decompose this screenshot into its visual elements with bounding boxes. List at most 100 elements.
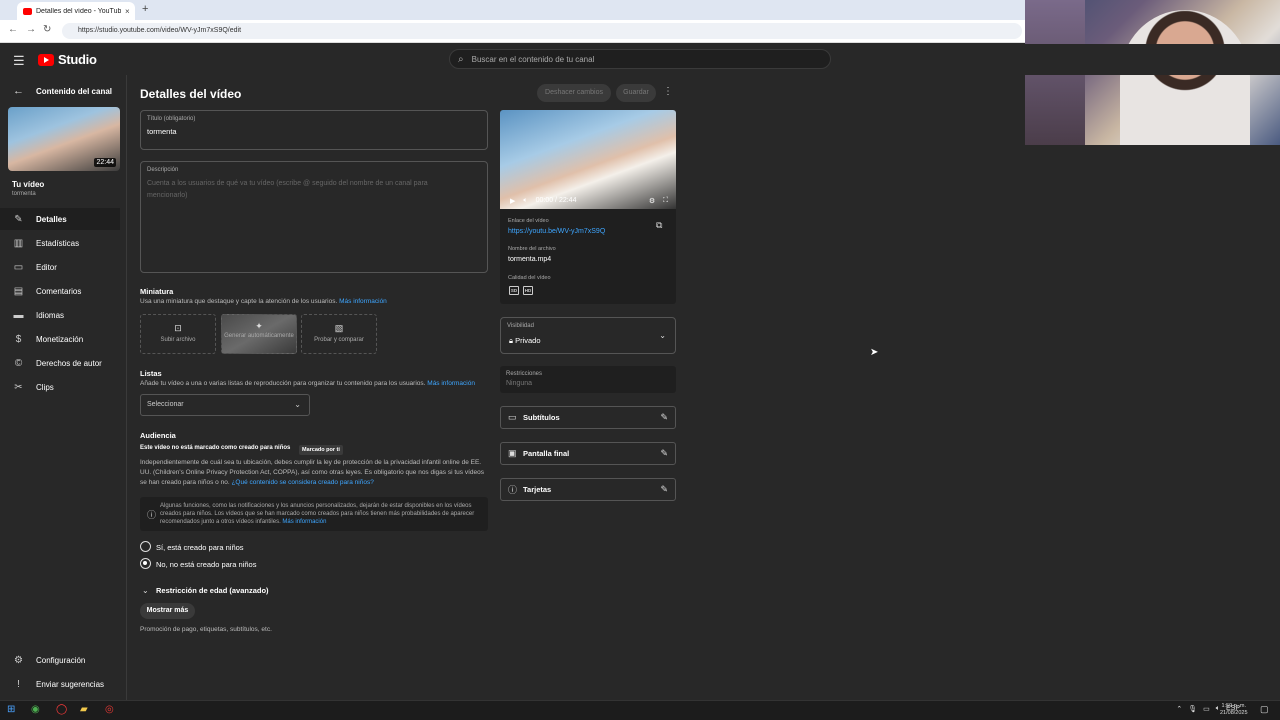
url-input[interactable]: https://studio.youtube.com/video/WV-yJm7… (62, 23, 1022, 39)
visibility-label: Visibilidad (507, 323, 534, 329)
opera-icon[interactable]: ◯ (56, 704, 67, 715)
undo-changes-button[interactable]: Deshacer cambios (537, 84, 611, 102)
microphone-icon[interactable]: 🎙︎ (1188, 705, 1197, 713)
restrictions-value: Ninguna (506, 380, 533, 387)
youtube-favicon-icon (23, 7, 32, 15)
reload-icon[interactable]: ↻ (43, 24, 51, 35)
upload-thumbnail-button[interactable]: ⊡ Subir archivo (140, 314, 216, 354)
subtitles-icon: ▭ (508, 412, 517, 422)
visibility-select[interactable]: Visibilidad 🔒︎ Privado ⌄ (500, 317, 676, 354)
fullscreen-icon[interactable]: ⛶ (663, 197, 668, 205)
upload-image-icon: ⊡ (174, 323, 182, 333)
sidebar-item-settings[interactable]: ⚙ Configuración (0, 649, 120, 671)
visibility-text: Privado (515, 336, 541, 345)
playlists-section-title: Listas (140, 369, 162, 378)
radio-no-label[interactable]: No, no está creado para niños (156, 560, 256, 569)
playlist-select-value: Seleccionar (147, 401, 184, 408)
description-label: Descripción (147, 167, 179, 173)
gear-icon: ⚙ (14, 654, 23, 666)
clock-date: 21/08/2025 (1220, 710, 1248, 716)
settings-gear-icon[interactable]: ⚙ (649, 197, 655, 205)
taskbar: ⊞ ◉ ◯ ▰ ◎ ⌃ 🎙︎ ▭ 🔈︎ ESP 1:59 p. m. 21/08… (0, 700, 1280, 720)
test-compare-button[interactable]: ▧ Probar y comparar (301, 314, 377, 354)
sidebar-item-feedback[interactable]: ! Enviar sugerencias (0, 673, 120, 695)
hd-badge: HD (523, 286, 533, 295)
search-input[interactable]: ⌕ Buscar en el contenido de tu canal (449, 49, 831, 69)
sidebar-item-details[interactable]: ✎ Detalles (0, 208, 120, 230)
forward-arrow-icon[interactable]: → (26, 24, 36, 35)
file-explorer-icon[interactable]: ▰ (80, 704, 88, 715)
sidebar-item-analytics[interactable]: ▥ Estadísticas (0, 232, 120, 254)
video-link[interactable]: https://youtu.be/WV-yJm7xS9Q (508, 228, 605, 235)
windows-start-icon[interactable]: ⊞ (7, 704, 15, 715)
video-thumbnail[interactable]: 22:44 (8, 107, 120, 171)
chevron-down-icon[interactable]: ⌄ (142, 586, 149, 595)
channel-content-link[interactable]: Contenido del canal (36, 87, 112, 96)
your-video-label: Tu vídeo (12, 180, 45, 189)
volume-icon[interactable]: 🔈︎ (523, 197, 527, 205)
time-display: 00:00 / 22:44 (535, 197, 577, 204)
sidebar: ← Contenido del canal 22:44 Tu vídeo tor… (0, 75, 127, 702)
subtitles-label: Subtítulos (523, 413, 560, 422)
sidebar-item-label: Enviar sugerencias (36, 679, 105, 689)
video-link-label: Enlace del vídeo (508, 218, 549, 224)
network-icon[interactable]: ▭ (1203, 705, 1210, 713)
sidebar-item-monetization[interactable]: $ Monetización (0, 328, 120, 350)
notifications-icon[interactable]: ▢ (1260, 704, 1269, 715)
age-restriction-toggle[interactable]: Restricción de edad (avanzado) (156, 586, 269, 595)
edit-pencil-icon[interactable]: ✎ (660, 484, 668, 495)
clock[interactable]: 1:59 p. m. 21/08/2025 (1220, 703, 1248, 717)
playlist-select[interactable]: Seleccionar ⌄ (140, 394, 310, 416)
chrome-icon[interactable]: ◉ (31, 704, 40, 715)
radio-made-for-kids[interactable] (140, 541, 151, 552)
recorder-icon[interactable]: ◎ (105, 704, 114, 715)
end-screen-row[interactable]: ▣ Pantalla final ✎ (500, 442, 676, 465)
info-icon: ⓘ (508, 485, 518, 495)
sidebar-item-clips[interactable]: ✂ Clips (0, 376, 120, 398)
play-icon[interactable]: ▶ (510, 197, 515, 205)
hamburger-menu-icon[interactable]: ☰ (13, 53, 25, 69)
title-field[interactable]: Título (obligatorio) tormenta (140, 110, 488, 150)
more-options-icon[interactable]: ⋮ (663, 86, 673, 97)
sidebar-item-editor[interactable]: ▭ Editor (0, 256, 120, 278)
feedback-icon: ! (17, 678, 20, 690)
show-more-button[interactable]: Mostrar más (140, 603, 195, 619)
playlists-section-text: Añade tu vídeo a una o varias listas de … (140, 380, 426, 387)
pencil-icon: ✎ (14, 213, 23, 225)
back-arrow-icon[interactable]: ← (13, 85, 24, 97)
video-preview-card: ▶ 🔈︎ 00:00 / 22:44 ⚙ ⛶ Enlace del vídeo … (500, 110, 676, 304)
copy-icon[interactable]: ⧉ (656, 220, 662, 231)
description-placeholder[interactable]: Cuenta a los usuarios de qué va tu vídeo… (147, 178, 467, 202)
auto-generate-thumbnail-button[interactable]: ✦ Generar automáticamente (221, 314, 297, 354)
made-for-kids-link[interactable]: ¿Qué contenido se considera creado para … (231, 479, 373, 486)
new-tab-button[interactable]: + (142, 3, 148, 15)
sidebar-item-label: Clips (36, 382, 54, 392)
radio-yes-label[interactable]: Sí, está creado para niños (156, 543, 244, 552)
playlists-more-info-link[interactable]: Más información (427, 380, 475, 387)
title-value[interactable]: tormenta (147, 127, 177, 136)
sidebar-item-label: Monetización (36, 334, 84, 344)
lock-icon: 🔒︎ (509, 336, 513, 345)
chevron-up-icon[interactable]: ⌃ (1176, 705, 1182, 713)
save-button[interactable]: Guardar (616, 84, 656, 102)
sidebar-item-comments[interactable]: ▤ Comentarios (0, 280, 120, 302)
studio-logo[interactable]: Studio (38, 52, 97, 67)
subtitles-row[interactable]: ▭ Subtítulos ✎ (500, 406, 676, 429)
sidebar-item-label: Estadísticas (36, 238, 80, 248)
scissors-icon: ✂ (14, 381, 23, 393)
player-controls: ▶ 🔈︎ 00:00 / 22:44 ⚙ ⛶ (500, 192, 676, 209)
sidebar-item-copyright[interactable]: © Derechos de autor (0, 352, 120, 374)
radio-not-made-for-kids[interactable] (140, 558, 151, 569)
back-arrow-icon[interactable]: ← (8, 24, 18, 35)
description-field[interactable]: Descripción Cuenta a los usuarios de qué… (140, 161, 488, 273)
tab-close-icon[interactable]: × (125, 7, 130, 16)
edit-pencil-icon[interactable]: ✎ (660, 448, 668, 459)
cards-row[interactable]: ⓘ Tarjetas ✎ (500, 478, 676, 501)
sparkle-icon: ✦ (255, 321, 263, 331)
search-placeholder: Buscar en el contenido de tu canal (471, 54, 595, 64)
sidebar-item-languages[interactable]: ▬ Idiomas (0, 304, 120, 326)
browser-tab[interactable]: Detalles del vídeo - YouTube Studio × (17, 2, 135, 20)
info-more-link[interactable]: Más información (282, 519, 326, 525)
thumbnail-more-info-link[interactable]: Más información (339, 298, 387, 305)
edit-pencil-icon[interactable]: ✎ (660, 412, 668, 423)
